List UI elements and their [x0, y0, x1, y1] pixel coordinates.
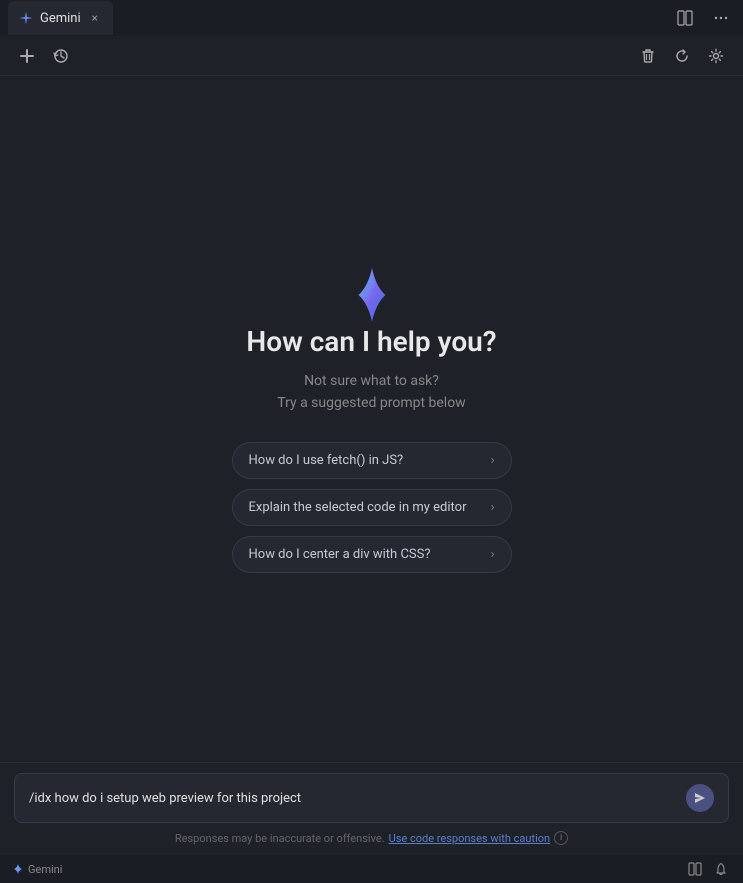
tab-gemini-icon — [18, 10, 34, 26]
refresh-button[interactable] — [667, 41, 697, 71]
disclaimer-link[interactable]: Use code responses with caution — [389, 832, 551, 845]
status-panel-icon[interactable] — [685, 859, 705, 879]
toolbar — [0, 36, 743, 76]
hero-subtitle: Not sure what to ask? Try a suggested pr… — [277, 370, 465, 415]
split-view-icon[interactable] — [671, 4, 699, 32]
status-gemini-text: Gemini — [28, 863, 62, 876]
status-gemini-label[interactable]: Gemini — [12, 863, 62, 876]
settings-button[interactable] — [701, 41, 731, 71]
delete-button[interactable] — [633, 41, 663, 71]
hero-subtitle-line2: Try a suggested prompt below — [277, 392, 465, 414]
input-area: Responses may be inaccurate or offensive… — [0, 762, 743, 855]
chevron-right-icon-explain: › — [491, 500, 495, 515]
new-chat-button[interactable] — [12, 41, 42, 71]
status-gemini-icon — [12, 863, 24, 875]
chevron-right-icon-css: › — [491, 547, 495, 562]
hero-subtitle-line1: Not sure what to ask? — [277, 370, 465, 392]
title-bar-right — [671, 4, 735, 32]
toolbar-left — [12, 41, 76, 71]
suggestion-chip-explain[interactable]: Explain the selected code in my editor › — [232, 489, 512, 526]
status-bar-right — [685, 859, 731, 879]
disclaimer-info-icon[interactable]: i — [554, 831, 568, 845]
toolbar-right — [633, 41, 731, 71]
gemini-star-logo — [342, 265, 402, 325]
suggestion-chip-css[interactable]: How do I center a div with CSS? › — [232, 536, 512, 573]
send-button[interactable] — [686, 784, 714, 812]
hero-title: How can I help you? — [246, 325, 496, 358]
history-button[interactable] — [46, 41, 76, 71]
status-bar-left: Gemini — [12, 863, 62, 876]
suggestion-chip-fetch[interactable]: How do I use fetch() in JS? › — [232, 442, 512, 479]
chevron-right-icon-fetch: › — [491, 453, 495, 468]
disclaimer: Responses may be inaccurate or offensive… — [14, 831, 729, 845]
disclaimer-text: Responses may be inaccurate or offensive… — [175, 832, 385, 845]
tab-label: Gemini — [40, 11, 81, 26]
more-options-icon[interactable] — [707, 4, 735, 32]
gemini-tab[interactable]: Gemini × — [8, 1, 113, 35]
tab-close-button[interactable]: × — [87, 10, 103, 26]
input-row — [14, 773, 729, 823]
status-bar: Gemini — [0, 855, 743, 883]
status-notification-icon[interactable] — [711, 859, 731, 879]
suggestion-text-fetch: How do I use fetch() in JS? — [249, 453, 483, 468]
title-bar: Gemini × — [0, 0, 743, 36]
suggestion-text-explain: Explain the selected code in my editor — [249, 500, 483, 515]
title-bar-left: Gemini × — [8, 1, 113, 35]
main-content: How can I help you? Not sure what to ask… — [0, 76, 743, 762]
chat-input[interactable] — [29, 791, 678, 806]
suggestions-list: How do I use fetch() in JS? › Explain th… — [232, 442, 512, 573]
suggestion-text-css: How do I center a div with CSS? — [249, 547, 483, 562]
